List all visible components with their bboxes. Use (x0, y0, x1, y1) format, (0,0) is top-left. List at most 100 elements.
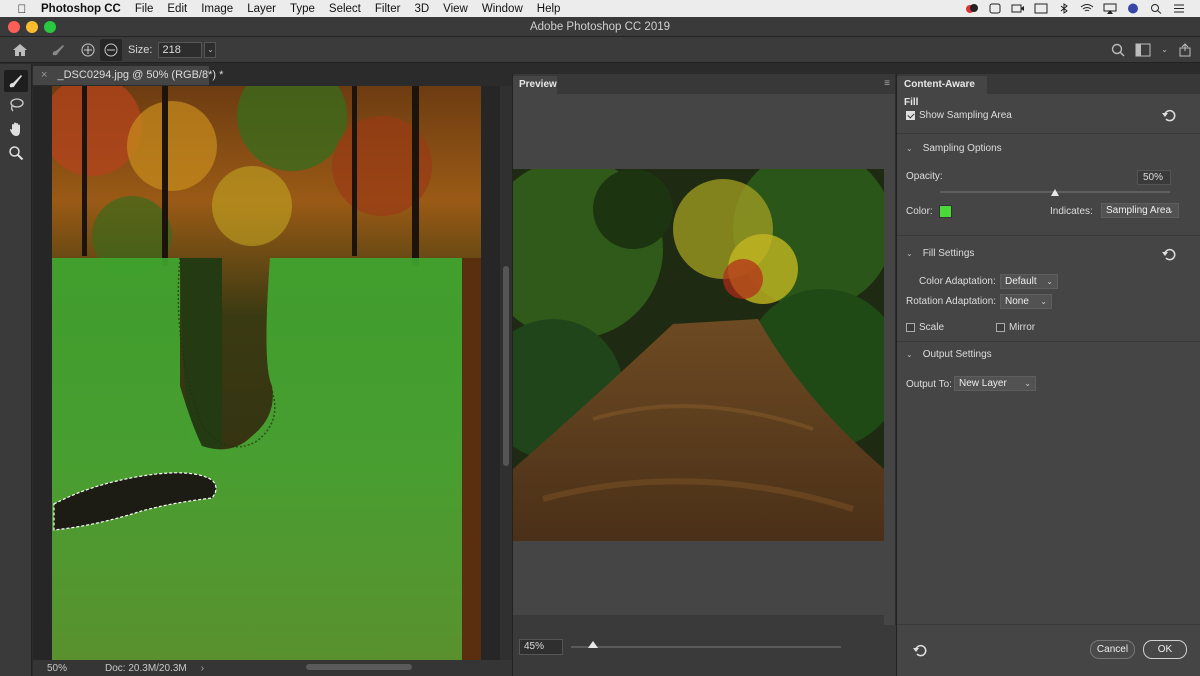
rotation-adaptation-dropdown[interactable]: None ⌄ (1000, 294, 1052, 309)
workspace-chevron-icon[interactable]: ⌄ (1161, 45, 1168, 54)
close-window-button[interactable] (8, 21, 20, 33)
creative-cloud-icon[interactable] (965, 3, 979, 14)
options-bar: Size: 218 ⌄ ⌄ (0, 37, 1200, 63)
panel-menu-icon[interactable]: ≡ (884, 78, 890, 89)
document-tab[interactable]: × _DSC0294.jpg @ 50% (RGB/8*) * (33, 66, 223, 85)
wifi-icon[interactable] (1080, 3, 1094, 14)
hand-tool[interactable] (4, 118, 28, 140)
zoom-window-button[interactable] (44, 21, 56, 33)
status-expand-icon[interactable]: › (201, 663, 204, 674)
show-sampling-area-label: Show Sampling Area (919, 110, 1012, 121)
canvas-vertical-scrollbar[interactable] (500, 86, 512, 660)
caf-footer: Cancel OK (897, 624, 1200, 676)
reset-all-icon[interactable] (912, 643, 928, 657)
sampling-brush-tool[interactable] (4, 70, 28, 92)
menu-select[interactable]: Select (322, 3, 368, 15)
status-icons (965, 3, 1200, 14)
rotation-adaptation-row: Rotation Adaptation: (906, 296, 996, 307)
sampling-color-swatch[interactable] (938, 205, 952, 218)
workspace-icon[interactable] (1135, 43, 1151, 57)
menu-app-name[interactable]: Photoshop CC (34, 3, 128, 15)
cancel-button[interactable]: Cancel (1090, 640, 1135, 659)
subtract-from-sampling-icon[interactable] (100, 38, 122, 61)
indicates-label: Indicates: (1050, 206, 1093, 217)
camera-icon[interactable] (1011, 3, 1025, 14)
window-title-bar: Adobe Photoshop CC 2019 (0, 17, 1200, 37)
search-icon[interactable] (1149, 3, 1163, 14)
add-to-sampling-icon[interactable] (76, 39, 100, 61)
indicates-row: Indicates: (1050, 206, 1093, 217)
color-adaptation-dropdown[interactable]: Default ⌄ (1000, 274, 1058, 289)
preview-zoom-field[interactable]: 45% (519, 639, 563, 655)
document-canvas[interactable] (33, 86, 500, 660)
color-row: Color: (906, 205, 952, 218)
tab-content-aware-fill[interactable]: Content-Aware Fill (897, 76, 987, 108)
reset-fill-settings-icon[interactable] (1161, 247, 1177, 261)
divider (897, 133, 1200, 134)
menu-edit[interactable]: Edit (160, 3, 194, 15)
document-tab-title: _DSC0294.jpg @ 50% (RGB/8*) * (57, 69, 224, 81)
color-adaptation-row: Color Adaptation: (919, 276, 996, 287)
menu-file[interactable]: File (128, 3, 161, 15)
output-settings-title: Output Settings (922, 349, 992, 360)
size-field[interactable]: 218 (158, 41, 203, 58)
zoom-tool[interactable] (4, 142, 28, 164)
reset-sampling-icon[interactable] (1161, 108, 1177, 122)
output-settings-header[interactable]: ⌄ Output Settings (906, 349, 992, 360)
show-sampling-area-row[interactable]: Show Sampling Area (906, 110, 1012, 121)
document-image[interactable] (52, 86, 481, 660)
airplay-icon[interactable] (1103, 3, 1117, 14)
opacity-slider-thumb[interactable] (1051, 189, 1059, 196)
menu-3d[interactable]: 3D (407, 3, 436, 15)
scrollbar-thumb[interactable] (503, 266, 509, 466)
preview-zoom-slider[interactable] (571, 646, 841, 648)
menu-layer[interactable]: Layer (240, 3, 283, 15)
opacity-field[interactable]: 50% (1137, 170, 1171, 185)
brush-preset-icon[interactable] (40, 39, 76, 61)
caf-body: Show Sampling Area ⌄ Sampling Options Op… (897, 94, 1200, 676)
document-zoom-level[interactable]: 50% (47, 663, 67, 674)
preview-zoom-slider-thumb[interactable] (587, 641, 598, 648)
show-sampling-area-checkbox[interactable] (906, 111, 915, 120)
preview-horizontal-scrollbar[interactable] (513, 615, 884, 625)
menu-image[interactable]: Image (194, 3, 240, 15)
apple-icon[interactable]:  (14, 2, 30, 16)
size-dropdown-chevron-icon[interactable]: ⌄ (204, 41, 217, 58)
opacity-row: Opacity: (906, 171, 943, 182)
output-to-dropdown[interactable]: New Layer ⌄ (954, 376, 1036, 391)
chevron-down-icon: ⌄ (906, 350, 913, 359)
opacity-label: Opacity: (906, 171, 943, 182)
fill-settings-header[interactable]: ⌄ Fill Settings (906, 248, 974, 259)
indicates-dropdown[interactable]: Sampling Area ⌄ (1101, 203, 1179, 218)
search-icon[interactable] (1111, 43, 1125, 57)
bluetooth-icon[interactable] (1057, 3, 1071, 14)
tab-preview[interactable]: Preview (513, 76, 557, 94)
menu-list-icon[interactable] (1172, 3, 1186, 14)
panel-grip[interactable] (0, 64, 31, 68)
minimize-window-button[interactable] (26, 21, 38, 33)
canvas-horizontal-scrollbar-thumb[interactable] (306, 664, 412, 670)
window-controls (8, 21, 56, 33)
menu-view[interactable]: View (436, 3, 475, 15)
user-icon[interactable] (1126, 3, 1140, 14)
menu-help[interactable]: Help (530, 3, 568, 15)
ok-button[interactable]: OK (1143, 640, 1187, 659)
close-document-icon[interactable]: × (41, 69, 47, 81)
options-bar-right: ⌄ (1111, 42, 1200, 57)
fill-settings-title: Fill Settings (922, 248, 975, 259)
chevron-down-icon: ⌄ (1040, 297, 1047, 306)
menu-window[interactable]: Window (475, 3, 530, 15)
tools-panel (0, 64, 32, 676)
display-icon[interactable] (1034, 3, 1048, 14)
scale-checkbox[interactable] (906, 323, 915, 332)
scale-row[interactable]: Scale (906, 322, 944, 333)
home-icon[interactable] (0, 39, 40, 61)
share-icon[interactable] (1178, 42, 1192, 57)
sampling-options-header[interactable]: ⌄ Sampling Options (906, 143, 1002, 154)
menu-type[interactable]: Type (283, 3, 322, 15)
mirror-row[interactable]: Mirror (996, 322, 1035, 333)
mirror-checkbox[interactable] (996, 323, 1005, 332)
lasso-tool[interactable] (4, 94, 28, 116)
menu-filter[interactable]: Filter (368, 3, 408, 15)
notification-icon[interactable] (988, 3, 1002, 14)
